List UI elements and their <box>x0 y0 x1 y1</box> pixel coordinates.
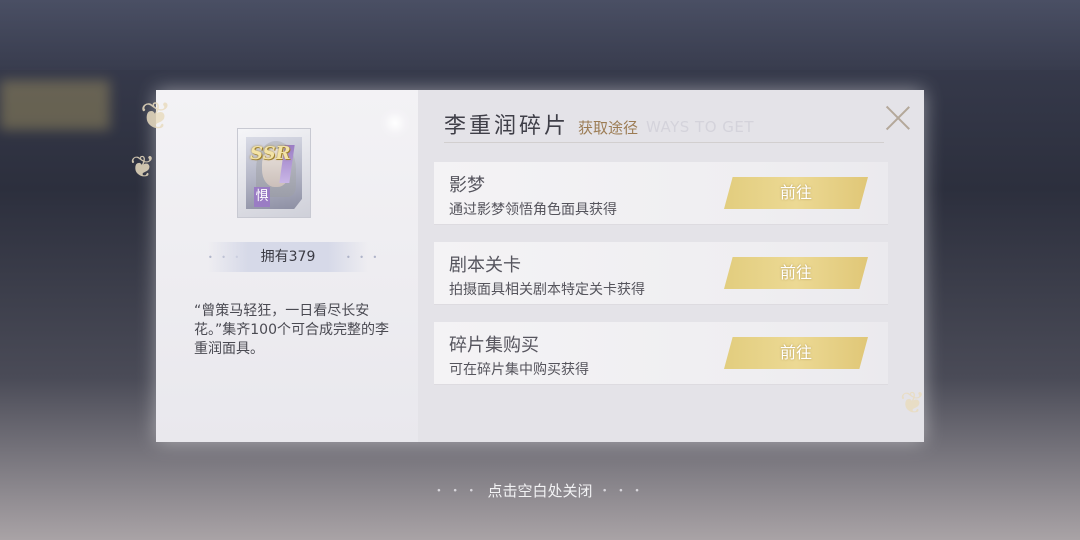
source-title: 剧本关卡 <box>449 255 521 276</box>
source-title: 碎片集购买 <box>449 335 539 356</box>
hint-dots-left-icon: • • • <box>436 486 478 497</box>
source-row-shard-shop: 碎片集购买 可在碎片集中购买获得 前往 <box>434 322 888 385</box>
source-desc: 拍摄面具相关剧本特定关卡获得 <box>449 282 645 298</box>
source-desc: 可在碎片集中购买获得 <box>449 362 589 378</box>
dialog-title: 李重润碎片 <box>444 114 570 139</box>
go-button[interactable]: 前往 <box>724 337 868 369</box>
background-top <box>0 0 1080 70</box>
item-description: “曾策马轻狂，一日看尽长安花。”集齐100个可合成完整的李重润面具。 <box>194 303 389 357</box>
go-button[interactable]: 前往 <box>724 177 868 209</box>
background-glow <box>0 80 110 130</box>
light-orb <box>380 108 410 138</box>
close-icon[interactable] <box>884 104 912 132</box>
butterfly-icon: ❦ <box>900 386 926 421</box>
butterfly-icon: ❦ <box>140 94 172 138</box>
source-row-script-stage: 剧本关卡 拍摄面具相关剧本特定关卡获得 前往 <box>434 242 888 305</box>
source-desc: 通过影梦领悟角色面具获得 <box>449 202 617 218</box>
hint-dots-right-icon: • • • <box>602 486 644 497</box>
right-dots-decoration: • • • <box>346 253 381 262</box>
butterfly-icon: ❦ <box>130 150 156 185</box>
emotion-tag: 惧 <box>254 187 270 207</box>
close-hint[interactable]: • • • 点击空白处关闭 • • • <box>0 480 1080 501</box>
header-divider <box>444 142 884 143</box>
source-title: 影梦 <box>449 175 485 196</box>
go-button[interactable]: 前往 <box>724 257 868 289</box>
subtitle-cn: 获取途径 <box>578 119 639 137</box>
subtitle-en: WAYS TO GET <box>646 118 755 136</box>
item-card: SSR 惧 <box>237 128 311 218</box>
close-hint-label: 点击空白处关闭 <box>487 482 593 500</box>
rarity-badge: SSR <box>250 143 291 164</box>
owned-count: 拥有379 <box>208 242 368 272</box>
source-row-yingmeng: 影梦 通过影梦领悟角色面具获得 前往 <box>434 162 888 225</box>
dialog-header: 李重润碎片 获取途径 WAYS TO GET <box>444 108 904 142</box>
item-info-panel: SSR 惧 • • • 拥有379 • • • “曾策马轻狂，一日看尽长安花。”… <box>156 90 418 442</box>
item-source-dialog: SSR 惧 • • • 拥有379 • • • “曾策马轻狂，一日看尽长安花。”… <box>156 90 924 442</box>
